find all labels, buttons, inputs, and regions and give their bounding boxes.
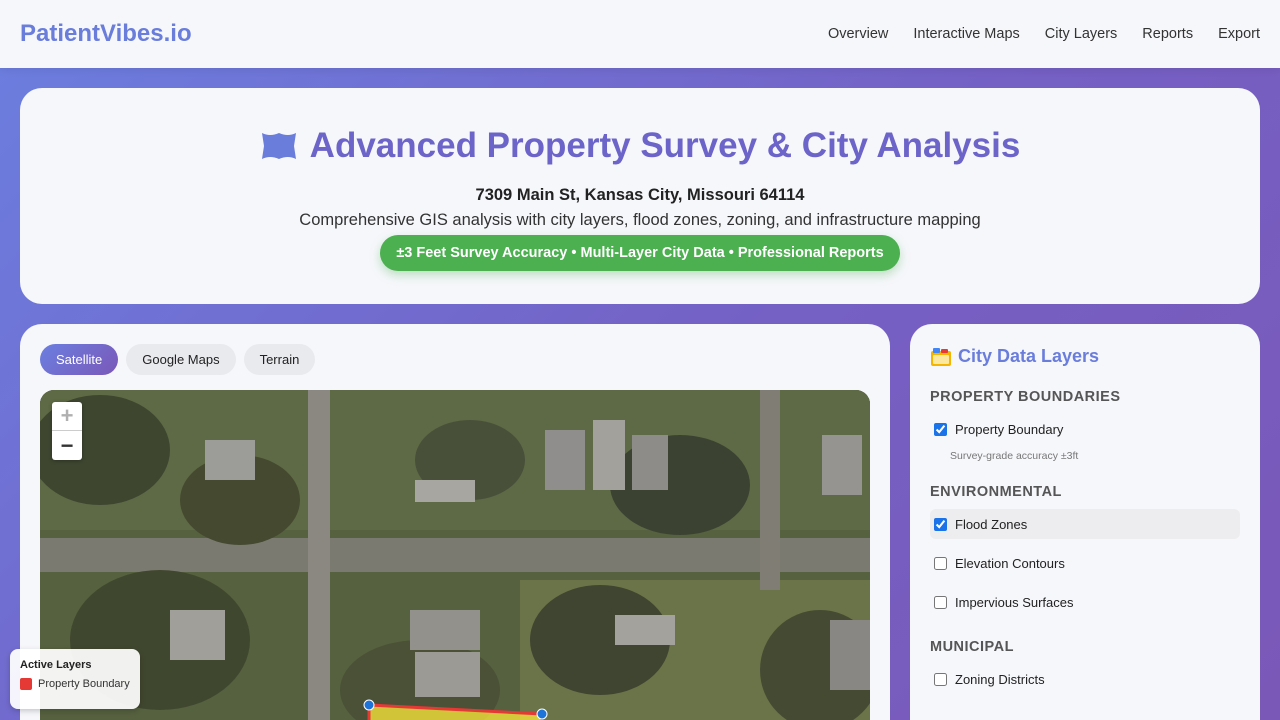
main-nav: Overview Interactive Maps City Layers Re…	[828, 26, 1260, 42]
layer-label: Elevation Contours	[955, 555, 1065, 571]
property-boundary-checkbox[interactable]	[934, 422, 947, 436]
brand-logo[interactable]: PatientVibes.io	[20, 20, 192, 48]
map-panel: Satellite Google Maps Terrain + −	[20, 324, 890, 720]
layer-elevation-contours[interactable]: Elevation Contours	[930, 548, 1240, 578]
zoning-districts-checkbox[interactable]	[934, 672, 947, 686]
active-layers-legend: Active Layers Property Boundary	[10, 649, 140, 709]
zoom-in-button[interactable]: +	[52, 402, 82, 431]
section-property-boundaries: PROPERTY BOUNDARIES	[930, 389, 1121, 405]
layer-impervious-surfaces[interactable]: Impervious Surfaces	[930, 587, 1240, 617]
zoom-control: + −	[52, 402, 82, 460]
tab-google-maps[interactable]: Google Maps	[126, 344, 236, 375]
layer-property-boundary[interactable]: Property Boundary	[930, 414, 1240, 444]
top-navbar: PatientVibes.io Overview Interactive Map…	[0, 0, 1280, 68]
elevation-contours-checkbox[interactable]	[934, 556, 947, 570]
layer-label: Impervious Surfaces	[955, 594, 1074, 610]
layer-label: Property Boundary	[955, 421, 1064, 437]
feature-badge: ±3 Feet Survey Accuracy • Multi-Layer Ci…	[380, 235, 900, 271]
layer-label: Zoning Districts	[955, 671, 1045, 687]
nav-export[interactable]: Export	[1218, 26, 1260, 42]
layers-panel-title: City Data Layers	[930, 346, 1240, 367]
section-municipal: MUNICIPAL	[930, 639, 1014, 655]
page-title: Advanced Property Survey & City Analysis	[20, 126, 1260, 166]
city-data-layers-panel: City Data Layers PROPERTY BOUNDARIES Pro…	[910, 324, 1260, 720]
legend-title: Active Layers	[20, 659, 92, 671]
map-type-tabs: Satellite Google Maps Terrain	[40, 344, 316, 375]
nav-reports[interactable]: Reports	[1142, 26, 1193, 42]
nav-city-layers[interactable]: City Layers	[1045, 26, 1118, 42]
tab-terrain[interactable]: Terrain	[243, 344, 316, 375]
layer-zoning-districts[interactable]: Zoning Districts	[930, 664, 1240, 694]
layer-label: Flood Zones	[955, 516, 1028, 532]
tab-satellite[interactable]: Satellite	[40, 344, 119, 375]
legend-item-label: Property Boundary	[38, 678, 130, 690]
layer-note: Survey-grade accuracy ±3ft	[950, 450, 1079, 462]
property-address: 7309 Main St, Kansas City, Missouri 6411…	[475, 186, 805, 204]
nav-overview[interactable]: Overview	[828, 26, 888, 42]
legend-swatch	[20, 678, 32, 690]
satellite-imagery	[40, 390, 870, 720]
card-index-dividers-icon	[931, 347, 951, 366]
nav-interactive-maps[interactable]: Interactive Maps	[913, 26, 1019, 42]
flood-zones-checkbox[interactable]	[934, 517, 947, 531]
map-icon	[261, 133, 296, 159]
hero-subtitle: Comprehensive GIS analysis with city lay…	[299, 211, 981, 229]
layers-title-text: City Data Layers	[958, 346, 1100, 366]
zoom-out-button[interactable]: −	[52, 431, 82, 460]
page-title-text: Advanced Property Survey & City Analysis	[309, 126, 1021, 165]
impervious-surfaces-checkbox[interactable]	[934, 595, 947, 609]
legend-item: Property Boundary	[20, 678, 130, 690]
layer-flood-zones[interactable]: Flood Zones	[930, 509, 1240, 539]
section-environmental: ENVIRONMENTAL	[930, 484, 1062, 500]
hero-card: Advanced Property Survey & City Analysis…	[20, 88, 1260, 304]
satellite-map[interactable]: + −	[40, 390, 870, 720]
